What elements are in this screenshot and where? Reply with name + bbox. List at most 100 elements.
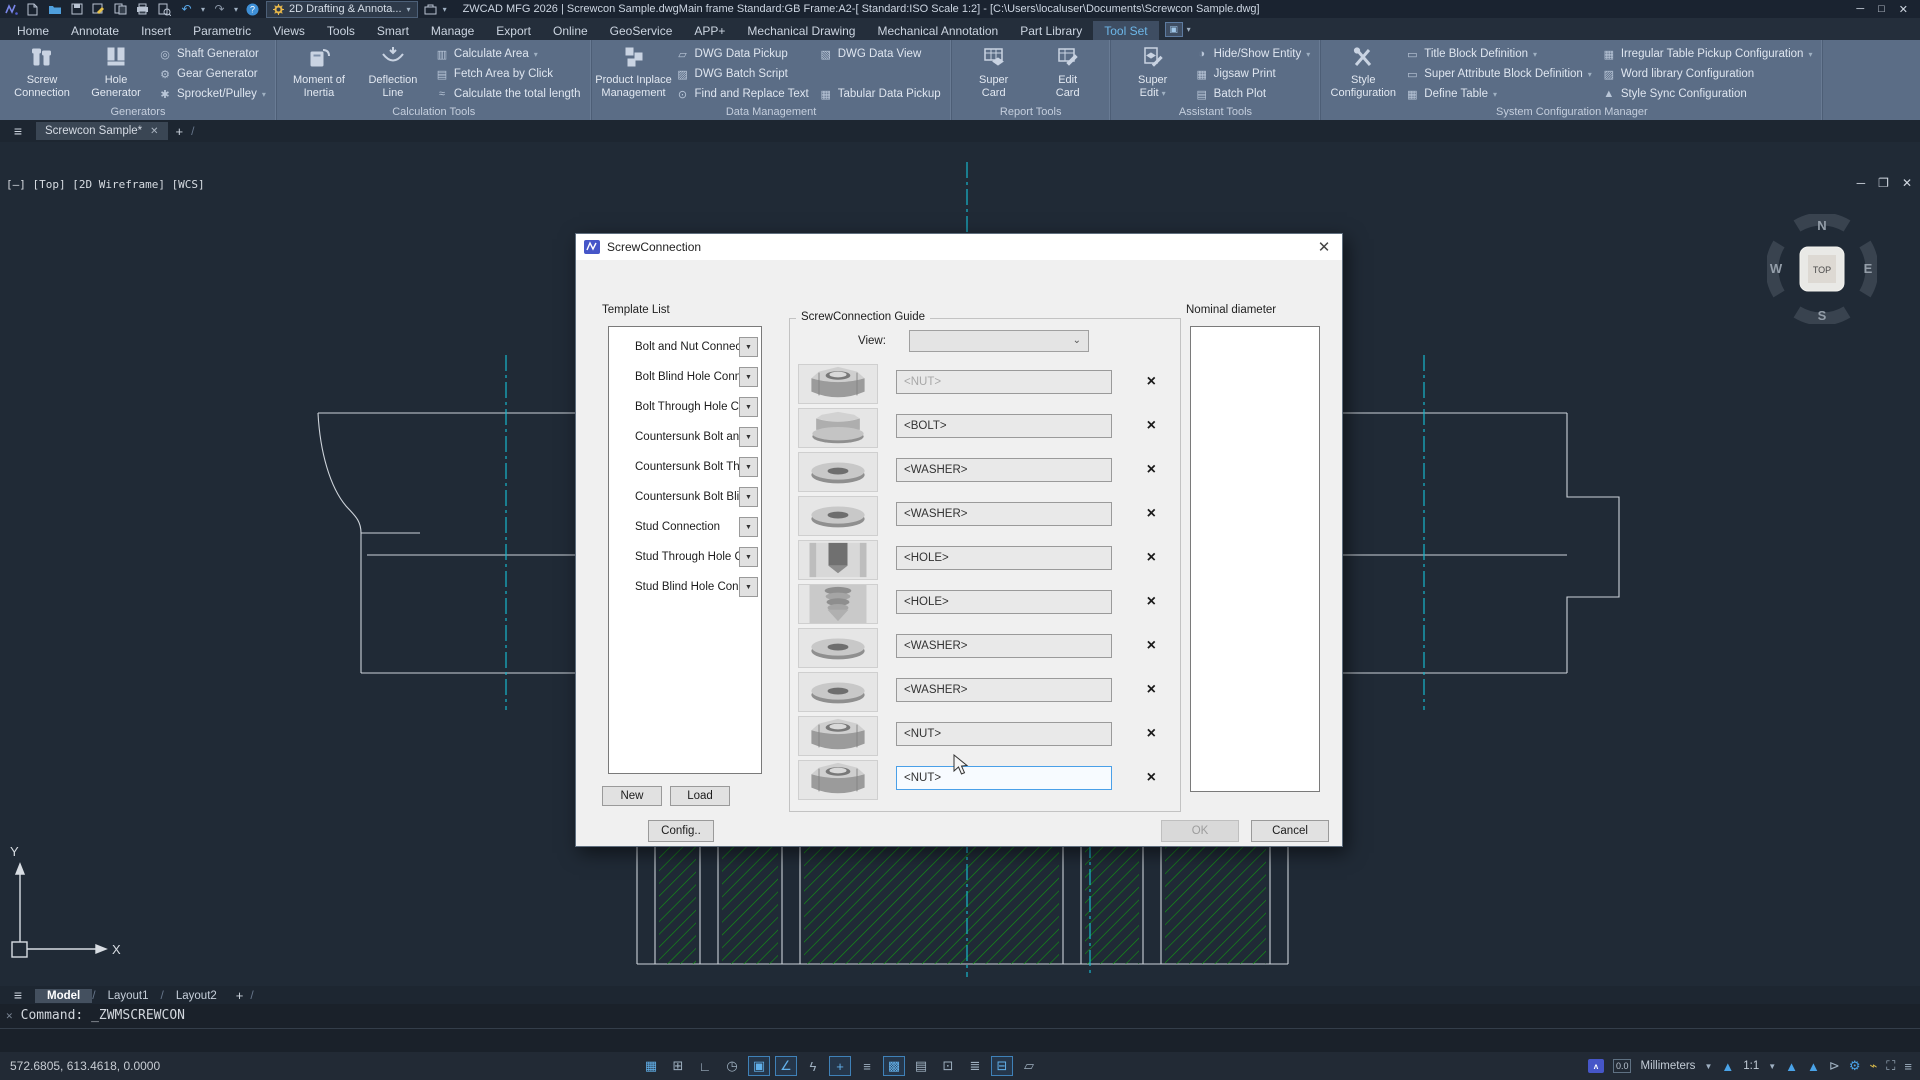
guide-part-input[interactable] bbox=[896, 722, 1112, 746]
delete-row-icon[interactable]: × bbox=[1147, 504, 1156, 524]
preview-icon[interactable] bbox=[157, 3, 172, 16]
tab-views[interactable]: Views bbox=[262, 21, 316, 41]
dropdown-button[interactable]: ▼ bbox=[739, 547, 758, 567]
ribbon-item-irregular-table-pickup-configuration[interactable]: ▦Irregular Table Pickup Configuration▾ bbox=[1602, 45, 1813, 63]
tab-app[interactable]: APP+ bbox=[683, 21, 736, 41]
ribbon-item-title-block-definition[interactable]: ▭Title Block Definition▾ bbox=[1405, 45, 1592, 63]
new-tab-icon[interactable]: + bbox=[176, 124, 184, 139]
ribbon-item-hide-show-entity[interactable]: ◑Hide/Show Entity▾ bbox=[1195, 45, 1311, 63]
ribbon-item-word-library-configuration[interactable]: ▨Word library Configuration bbox=[1602, 65, 1813, 83]
redo-icon[interactable]: ↷ bbox=[212, 3, 227, 16]
guide-part-input[interactable] bbox=[896, 766, 1112, 790]
add-layout-icon[interactable]: + bbox=[236, 988, 244, 1003]
doc-menu-icon[interactable]: ≡ bbox=[8, 123, 28, 139]
dynamic-input-icon[interactable]: ϟ bbox=[802, 1056, 824, 1076]
template-list[interactable]: Bolt and Nut Connec▼Bolt Blind Hole Conn… bbox=[608, 326, 762, 774]
command-line-text[interactable]: Command: _ZWMSCREWCON bbox=[21, 1008, 185, 1023]
guide-part-input[interactable] bbox=[896, 546, 1112, 570]
tab-smart[interactable]: Smart bbox=[366, 21, 420, 41]
dialog-titlebar[interactable]: ScrewConnection ✕ bbox=[576, 234, 1342, 260]
scale-caret-icon[interactable]: ▼ bbox=[1768, 1062, 1776, 1071]
template-item-stud-connection[interactable]: Stud Connection▼ bbox=[609, 512, 761, 542]
tab-tools[interactable]: Tools bbox=[316, 21, 366, 41]
tab-export[interactable]: Export bbox=[485, 21, 542, 41]
delete-row-icon[interactable]: × bbox=[1147, 372, 1156, 392]
tab-insert[interactable]: Insert bbox=[130, 21, 182, 41]
annotation-visibility-icon[interactable]: ▲ bbox=[1785, 1059, 1798, 1074]
ribbon-item-style-sync-configuration[interactable]: ▲Style Sync Configuration bbox=[1602, 85, 1813, 103]
tab-mechanical-annotation[interactable]: Mechanical Annotation bbox=[866, 21, 1009, 41]
auto-annotation-icon[interactable]: ▲ bbox=[1807, 1059, 1820, 1074]
guide-part-input[interactable] bbox=[896, 502, 1112, 526]
maximize-button[interactable]: □ bbox=[1878, 3, 1885, 16]
dropdown-button[interactable]: ▼ bbox=[739, 487, 758, 507]
precision-icon[interactable]: 0.0 bbox=[1613, 1059, 1632, 1073]
ortho-mode-icon[interactable]: ∟ bbox=[694, 1056, 716, 1076]
object-snap-tracking-icon[interactable]: ∠ bbox=[775, 1056, 797, 1076]
delete-row-icon[interactable]: × bbox=[1147, 724, 1156, 744]
ok-button[interactable]: OK bbox=[1161, 820, 1239, 842]
template-item-bolt-through-hole-c[interactable]: Bolt Through Hole C▼ bbox=[609, 392, 761, 422]
ribbon-button-screw-connection[interactable]: ScrewConnection bbox=[6, 43, 78, 105]
template-item-stud-blind-hole-con[interactable]: Stud Blind Hole Con▼ bbox=[609, 572, 761, 602]
ribbon-item-tabular-data-pickup[interactable]: ▦Tabular Data Pickup bbox=[819, 85, 941, 103]
annotation-scale-list-icon[interactable]: ⊟ bbox=[991, 1056, 1013, 1076]
tab-annotate[interactable]: Annotate bbox=[60, 21, 130, 41]
new-button[interactable]: New bbox=[602, 786, 662, 806]
lineweight-icon[interactable]: ≡ bbox=[856, 1056, 878, 1076]
plot-icon[interactable] bbox=[113, 3, 128, 16]
tab-geoservice[interactable]: GeoService bbox=[599, 21, 684, 41]
dropdown-button[interactable]: ▼ bbox=[739, 427, 758, 447]
qat-more-caret-icon[interactable]: ▾ bbox=[443, 5, 447, 14]
save-as-icon[interactable] bbox=[91, 3, 106, 16]
ribbon-item-sprocket-pulley[interactable]: ✱Sprocket/Pulley▾ bbox=[158, 85, 266, 103]
layout-tab-layout2[interactable]: Layout2 bbox=[164, 989, 229, 1003]
units-caret-icon[interactable]: ▼ bbox=[1704, 1062, 1712, 1071]
template-item-countersunk-bolt-th[interactable]: Countersunk Bolt Th▼ bbox=[609, 452, 761, 482]
command-close-icon[interactable]: ✕ bbox=[6, 1009, 13, 1022]
ribbon-button-product-inplace-management[interactable]: Product InplaceManagement bbox=[598, 43, 670, 105]
minimize-button[interactable]: ─ bbox=[1856, 3, 1864, 16]
document-tab[interactable]: Screwcon Sample* ✕ bbox=[36, 122, 168, 140]
cancel-button[interactable]: Cancel bbox=[1251, 820, 1329, 842]
tab-manage[interactable]: Manage bbox=[420, 21, 485, 41]
ribbon-button-style-configuration[interactable]: StyleConfiguration bbox=[1327, 43, 1399, 105]
dropdown-button[interactable]: ▼ bbox=[739, 397, 758, 417]
tab-home[interactable]: Home bbox=[6, 21, 60, 41]
dropdown-button[interactable]: ▼ bbox=[739, 577, 758, 597]
tab-online[interactable]: Online bbox=[542, 21, 599, 41]
clean-screen-icon[interactable]: ⛶ bbox=[1886, 1058, 1895, 1074]
dropdown-button[interactable]: ▼ bbox=[739, 457, 758, 477]
load-button[interactable]: Load bbox=[670, 786, 730, 806]
ribbon-button-edit-card[interactable]: EditCard bbox=[1032, 43, 1104, 105]
units-label[interactable]: Millimeters bbox=[1640, 1060, 1695, 1072]
dropdown-button[interactable]: ▼ bbox=[739, 337, 758, 357]
guide-part-input[interactable] bbox=[896, 370, 1112, 394]
template-item-countersunk-bolt-bli[interactable]: Countersunk Bolt Bli▼ bbox=[609, 482, 761, 512]
close-tab-icon[interactable]: ✕ bbox=[150, 126, 158, 137]
ribbon-item-jigsaw-print[interactable]: ▦Jigsaw Print bbox=[1195, 65, 1311, 83]
new-file-icon[interactable] bbox=[25, 3, 40, 16]
transparency-icon[interactable]: ▩ bbox=[883, 1056, 905, 1076]
toolbox-icon[interactable] bbox=[424, 4, 437, 15]
view-combobox[interactable]: ⌄ bbox=[909, 330, 1089, 352]
dropdown-button[interactable]: ▼ bbox=[739, 517, 758, 537]
command-input-row[interactable] bbox=[0, 1029, 1920, 1053]
ribbon-item-batch-plot[interactable]: ▤Batch Plot bbox=[1195, 85, 1311, 103]
template-item-countersunk-bolt-an[interactable]: Countersunk Bolt an▼ bbox=[609, 422, 761, 452]
delete-row-icon[interactable]: × bbox=[1147, 548, 1156, 568]
guide-part-input[interactable] bbox=[896, 458, 1112, 482]
dialog-close-icon[interactable]: ✕ bbox=[1314, 238, 1334, 256]
annotation-scale-value[interactable]: 1:1 bbox=[1743, 1060, 1759, 1072]
drawing-canvas[interactable]: [—] [Top] [2D Wireframe] [WCS] ─ ❐ ✕ N E… bbox=[0, 142, 1920, 986]
viewport-controls-label[interactable]: [—] [Top] [2D Wireframe] [WCS] bbox=[6, 178, 205, 191]
undo-icon[interactable]: ↶ bbox=[179, 3, 194, 16]
help-icon[interactable]: ? bbox=[245, 3, 260, 16]
ribbon-item-calculate-area[interactable]: ▥Calculate Area▾ bbox=[435, 45, 581, 63]
template-item-bolt-and-nut-connec[interactable]: Bolt and Nut Connec▼ bbox=[609, 332, 761, 362]
delete-row-icon[interactable]: × bbox=[1147, 592, 1156, 612]
ribbon-item-gear-generator[interactable]: ⚙Gear Generator bbox=[158, 65, 266, 83]
ribbon-item-find-and-replace-text[interactable]: ⊙Find and Replace Text bbox=[676, 85, 809, 103]
nominal-diameter-list[interactable] bbox=[1190, 326, 1320, 792]
ribbon-button-hole-generator[interactable]: HoleGenerator bbox=[80, 43, 152, 105]
